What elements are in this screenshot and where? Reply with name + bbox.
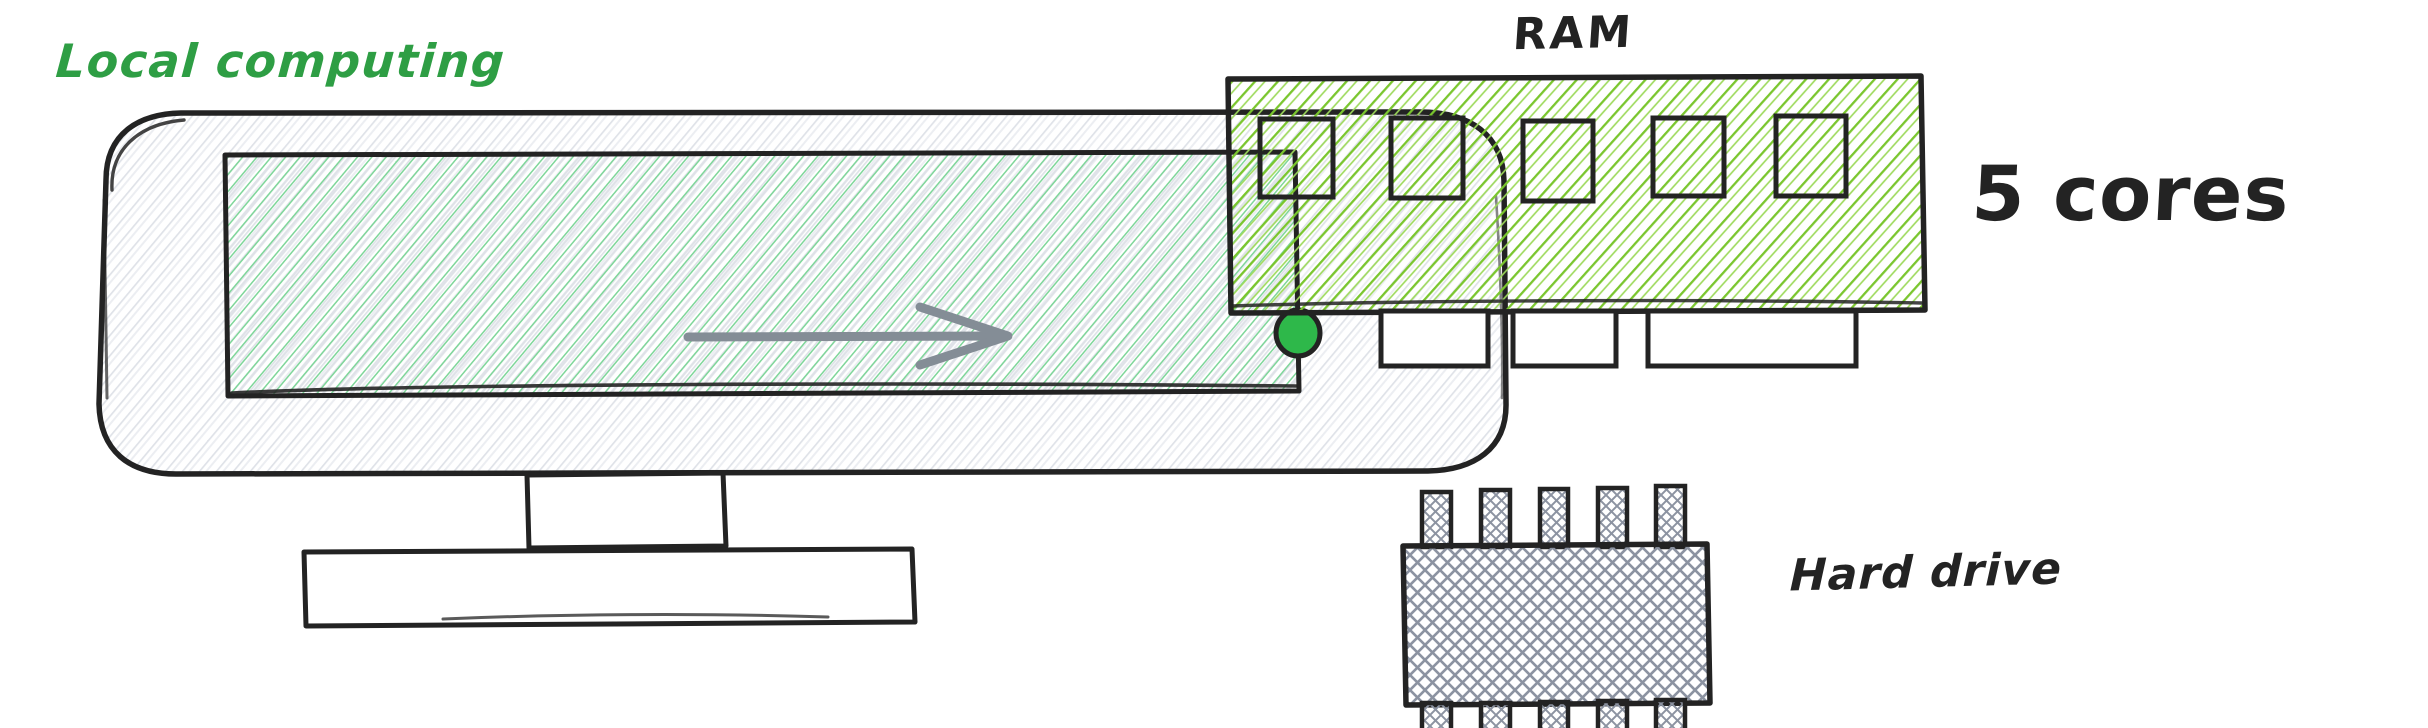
cores-count-label: 5 cores (1969, 149, 2293, 238)
chip-pin (1537, 699, 1571, 728)
diagram-graphics (96, 73, 1928, 728)
ram-connector-tab (1510, 308, 1619, 369)
chip-pin (1419, 700, 1454, 728)
diagram-canvas: Local computing RAM 5 cores Hard drive (0, 0, 2428, 728)
chip-pin (1478, 700, 1513, 728)
chip-body (1403, 544, 1710, 705)
hard-drive-label: Hard drive (1789, 543, 2063, 602)
ram-connector-tab (1378, 308, 1491, 369)
hard-drive-chip[interactable] (1400, 483, 1713, 728)
chip-pin (1595, 698, 1630, 728)
ram-label: RAM (1511, 6, 1636, 61)
monitor-led-icon (1273, 307, 1323, 359)
chip-pin (1653, 483, 1688, 550)
chip-pin (1419, 489, 1454, 550)
ram-connector-tab (1645, 308, 1859, 369)
monitor-base (301, 546, 918, 629)
chip-pin (1537, 486, 1571, 550)
local-computing-label: Local computing (54, 34, 508, 88)
monitor-screen (222, 149, 1302, 399)
chip-pin (1478, 487, 1513, 550)
chip-pin (1595, 485, 1630, 550)
monitor-neck (524, 470, 729, 551)
chip-pin (1653, 697, 1688, 728)
